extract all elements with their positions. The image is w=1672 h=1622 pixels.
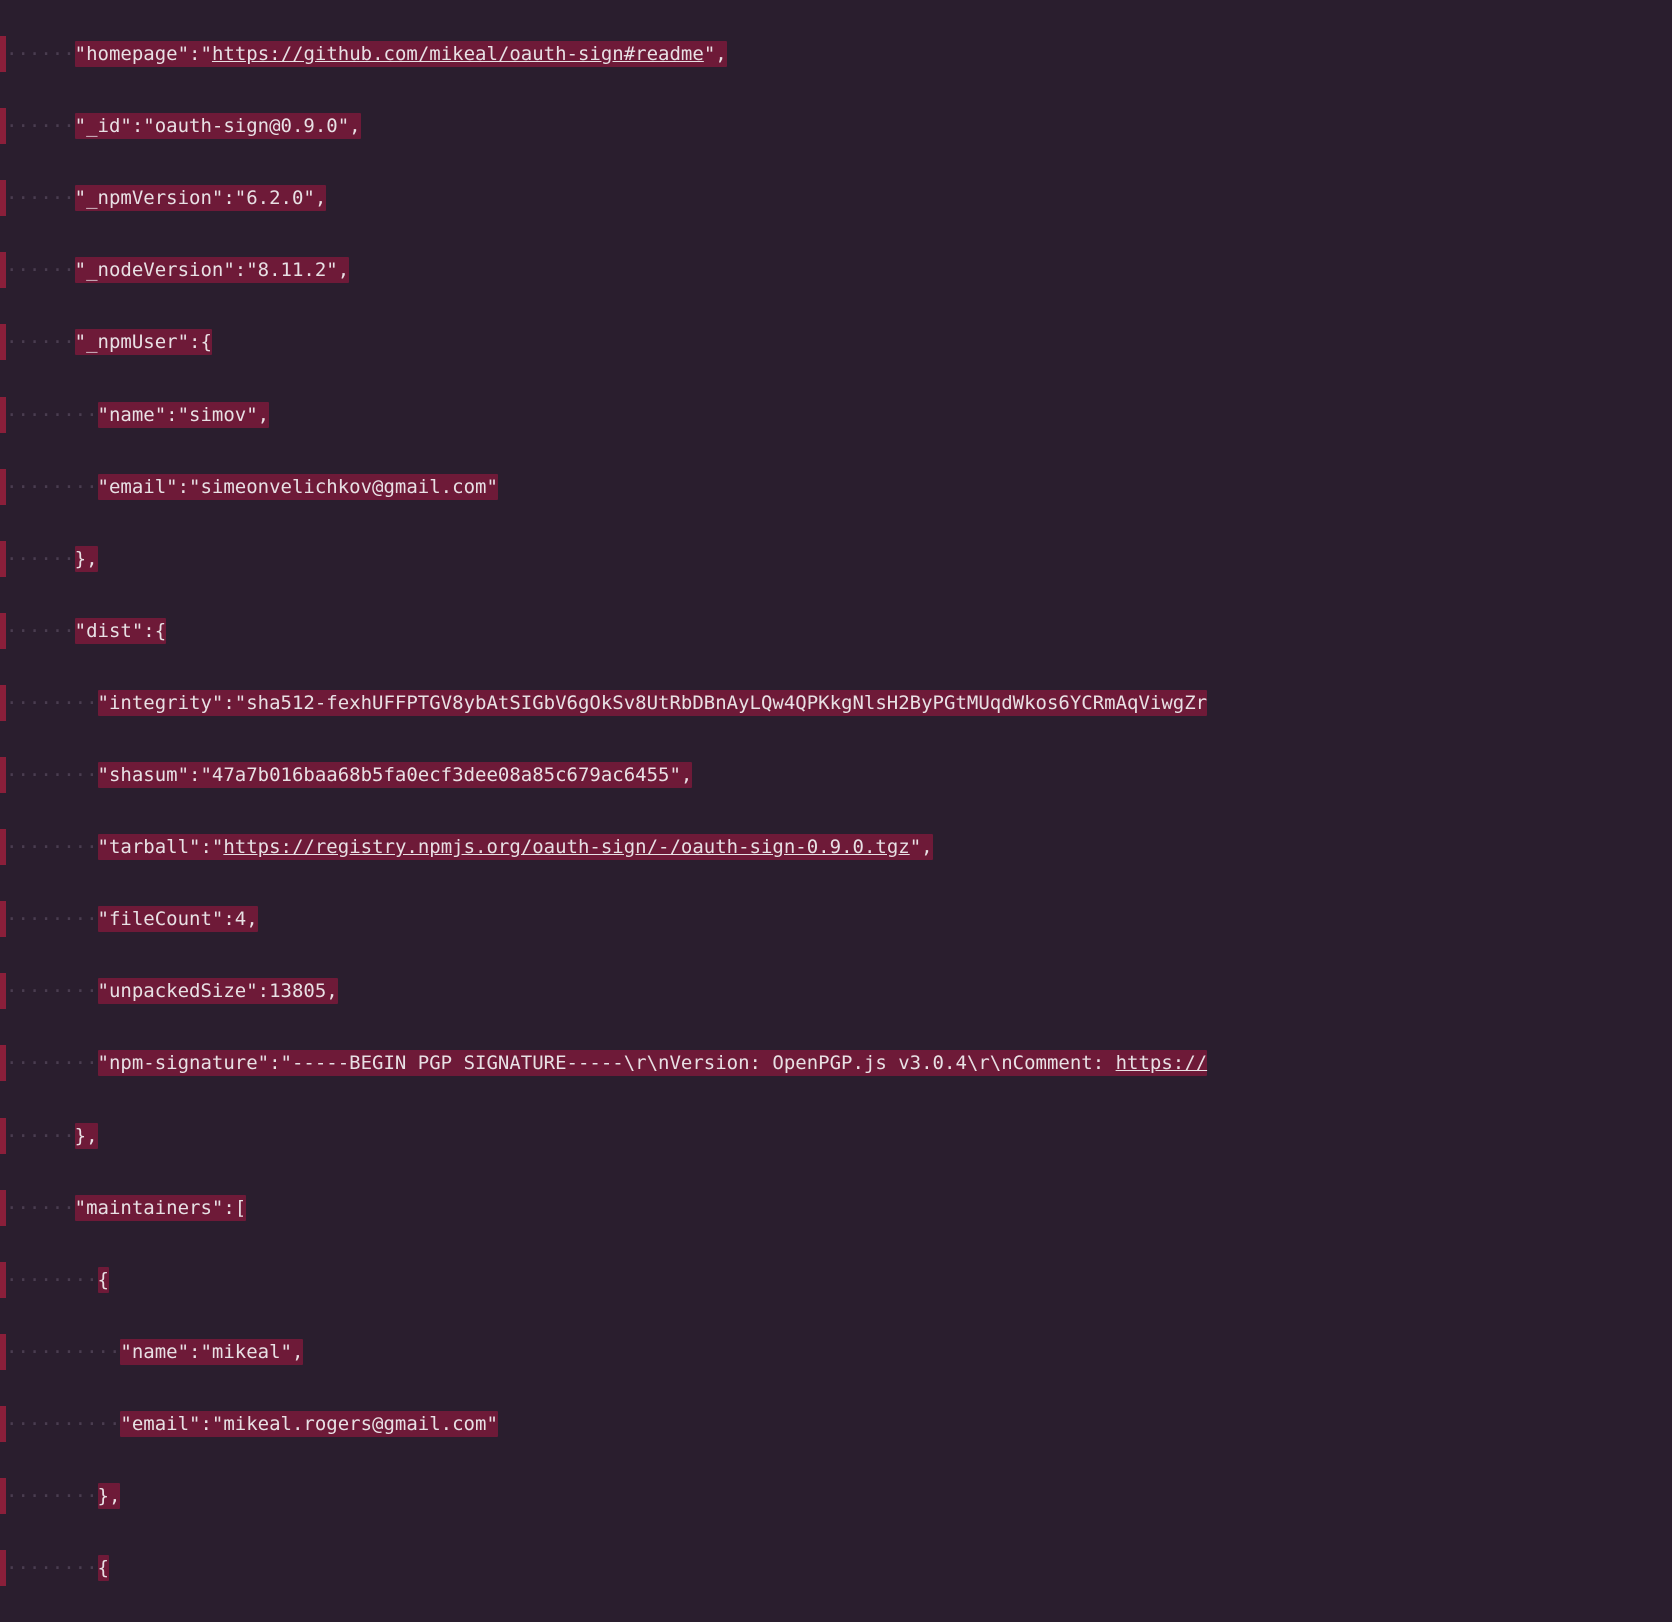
url-link[interactable]: https://registry.npmjs.org/oauth-sign/-/… (223, 836, 909, 858)
code-editor[interactable]: ······"homepage":"https://github.com/mik… (0, 0, 1672, 1622)
code-text: "fileCount":4, (98, 906, 258, 932)
whitespace: ········ (6, 980, 98, 1002)
code-text: "npm-signature":"-----BEGIN PGP SIGNATUR… (98, 1052, 1116, 1074)
code-line: ········"shasum":"47a7b016baa68b5fa0ecf3… (0, 757, 1672, 793)
code-line: ········"tarball":"https://registry.npmj… (0, 829, 1672, 865)
code-line: ······"_nodeVersion":"8.11.2", (0, 252, 1672, 288)
code-text: { (98, 1555, 109, 1581)
code-line: ········{ (0, 1262, 1672, 1298)
code-text: { (98, 1267, 109, 1293)
whitespace: ······ (6, 548, 75, 570)
whitespace: ······ (6, 115, 75, 137)
code-text: "integrity":"sha512-fexhUFFPTGV8ybAtSIGb… (98, 690, 1208, 716)
code-text: "shasum":"47a7b016baa68b5fa0ecf3dee08a85… (98, 762, 693, 788)
url-link[interactable]: https:// (1116, 1052, 1208, 1074)
code-line: ········"email":"simeonvelichkov@gmail.c… (0, 469, 1672, 505)
whitespace: ········ (6, 1557, 98, 1579)
code-line: ········{ (0, 1550, 1672, 1586)
whitespace: ········ (6, 764, 98, 786)
code-text: "_nodeVersion":"8.11.2", (75, 257, 350, 283)
whitespace: ······ (6, 259, 75, 281)
code-line: ········"integrity":"sha512-fexhUFFPTGV8… (0, 685, 1672, 721)
code-text: "unpackedSize":13805, (98, 978, 338, 1004)
code-line: ······"dist":{ (0, 613, 1672, 649)
code-text: "name":"mikeal", (120, 1339, 303, 1365)
code-text: "dist":{ (75, 618, 167, 644)
code-text: }, (98, 1483, 121, 1509)
whitespace: ········ (6, 476, 98, 498)
whitespace: ······ (6, 620, 75, 642)
code-text: "name":"simov", (98, 402, 270, 428)
code-line: ··········"name":"mikeal", (0, 1334, 1672, 1370)
code-line: ··········"email":"mikeal.rogers@gmail.c… (0, 1406, 1672, 1442)
code-line: ········"unpackedSize":13805, (0, 973, 1672, 1009)
code-line: ······"homepage":"https://github.com/mik… (0, 36, 1672, 72)
whitespace: ········ (6, 1052, 98, 1074)
code-text: ", (910, 836, 933, 858)
code-text: "tarball":" (98, 836, 224, 858)
whitespace: ·········· (6, 1341, 120, 1363)
code-line: ········"fileCount":4, (0, 901, 1672, 937)
whitespace: ········ (6, 404, 98, 426)
code-text: " (75, 43, 86, 65)
code-line: ······"maintainers":[ (0, 1190, 1672, 1226)
whitespace: ········ (6, 836, 98, 858)
whitespace: ········ (6, 1269, 98, 1291)
code-line: ········"npm-signature":"-----BEGIN PGP … (0, 1045, 1672, 1081)
code-line: ······"_npmVersion":"6.2.0", (0, 180, 1672, 216)
whitespace: ·········· (6, 1413, 120, 1435)
code-text: "maintainers":[ (75, 1195, 247, 1221)
whitespace: ······ (6, 1197, 75, 1219)
code-text: "_id":"oauth-sign@0.9.0", (75, 113, 361, 139)
code-text: "_npmUser":{ (75, 329, 212, 355)
code-line: ······"_npmUser":{ (0, 324, 1672, 360)
code-text: }, (75, 1123, 98, 1149)
whitespace: ······ (6, 1125, 75, 1147)
code-line: ········"name":"simov", (0, 397, 1672, 433)
code-line: ······"_id":"oauth-sign@0.9.0", (0, 108, 1672, 144)
code-text: "email":"simeonvelichkov@gmail.com" (98, 474, 498, 500)
code-text: ":" (178, 43, 212, 65)
whitespace: ······ (6, 187, 75, 209)
whitespace: ········ (6, 1485, 98, 1507)
code-text: "_npmVersion":"6.2.0", (75, 185, 327, 211)
url-link[interactable]: https://github.com/mikeal/oauth-sign#rea… (212, 43, 704, 65)
code-text: "email":"mikeal.rogers@gmail.com" (120, 1411, 498, 1437)
whitespace: ········ (6, 692, 98, 714)
code-text: ", (704, 43, 727, 65)
code-line: ······}, (0, 1118, 1672, 1154)
whitespace: ······ (6, 43, 75, 65)
code-line: ······}, (0, 541, 1672, 577)
code-text: }, (75, 546, 98, 572)
whitespace: ········ (6, 908, 98, 930)
whitespace: ······ (6, 331, 75, 353)
code-line: ········}, (0, 1478, 1672, 1514)
